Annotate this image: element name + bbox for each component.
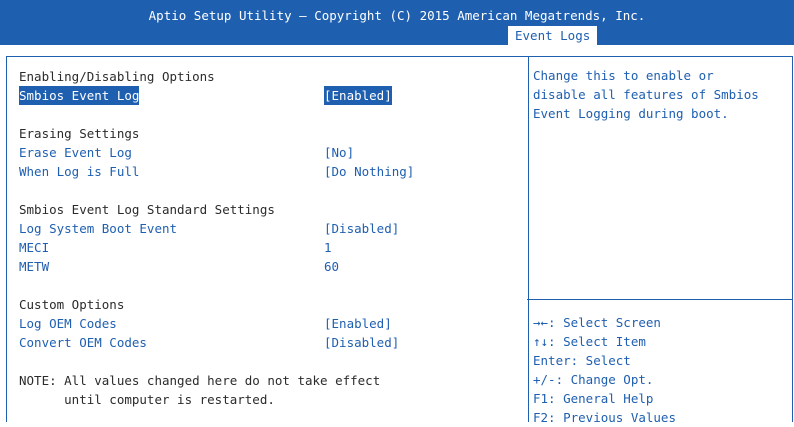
section-erasing: Erasing Settings [19, 126, 140, 141]
tab-event-logs[interactable]: Event Logs [508, 26, 598, 45]
help-description-line: Change this to enable or [533, 68, 714, 83]
key-hint-select-screen: →←: Select Screen [533, 315, 661, 330]
log-oem-codes-value[interactable]: [Enabled] [324, 314, 392, 333]
convert-oem-codes-item[interactable]: Convert OEM Codes [19, 333, 147, 352]
key-hint-change-opt: +/-: Change Opt. [533, 372, 654, 387]
key-hint-general-help: F1: General Help [533, 391, 654, 406]
app-title: Aptio Setup Utility – Copyright (C) 2015… [148, 8, 646, 23]
smbios-event-log-value[interactable]: [Enabled] [324, 86, 392, 105]
smbios-event-log-item[interactable]: Smbios Event Log [19, 86, 140, 105]
when-log-full-item[interactable]: When Log is Full [19, 162, 139, 181]
key-hint-select-item: ↑↓: Select Item [533, 334, 646, 349]
when-log-full-value[interactable]: [Do Nothing] [324, 162, 414, 181]
erase-event-log-item[interactable]: Erase Event Log [19, 143, 132, 162]
header-bar: Aptio Setup Utility – Copyright (C) 2015… [0, 0, 794, 45]
help-description-line: disable all features of Smbios [533, 87, 759, 102]
meci-value[interactable]: 1 [324, 238, 332, 257]
note-line-2: until computer is restarted. [19, 392, 275, 407]
metw-value[interactable]: 60 [324, 257, 339, 276]
convert-oem-codes-value[interactable]: [Disabled] [324, 333, 399, 352]
key-hint-previous-values: F2: Previous Values [533, 410, 676, 425]
help-panel: Change this to enable or disable all fea… [527, 56, 793, 425]
help-divider [527, 299, 792, 300]
smbios-event-log-label: Smbios Event Log [19, 88, 140, 103]
erase-event-log-value[interactable]: [No] [324, 143, 354, 162]
log-system-boot-item[interactable]: Log System Boot Event [19, 219, 177, 238]
key-hint-enter: Enter: Select [533, 353, 631, 368]
settings-panel: Enabling/Disabling Options Smbios Event … [6, 56, 529, 422]
meci-item[interactable]: MECI [19, 238, 49, 257]
note-line-1: NOTE: All values changed here do not tak… [19, 373, 381, 388]
log-system-boot-value[interactable]: [Disabled] [324, 219, 399, 238]
help-description-line: Event Logging during boot. [533, 106, 729, 121]
section-standard: Smbios Event Log Standard Settings [19, 202, 275, 217]
section-custom: Custom Options [19, 297, 125, 312]
section-enabling: Enabling/Disabling Options [19, 69, 215, 84]
metw-item[interactable]: METW [19, 257, 49, 276]
log-oem-codes-item[interactable]: Log OEM Codes [19, 314, 117, 333]
